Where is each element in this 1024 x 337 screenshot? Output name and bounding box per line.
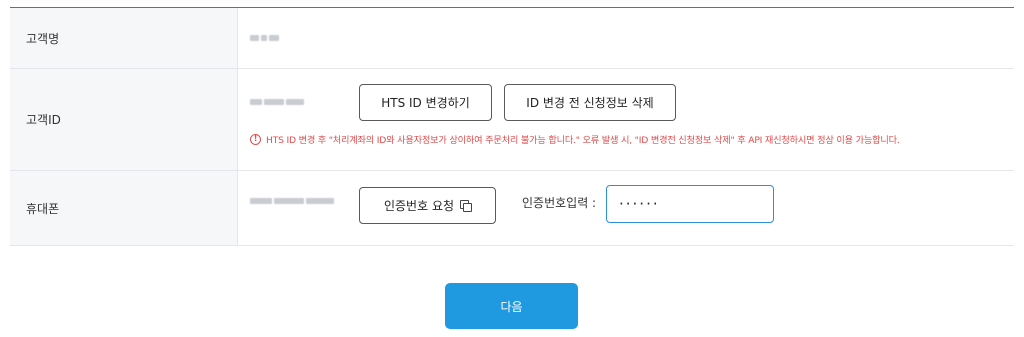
id-change-warning: ! HTS ID 변경 후 "처리계좌의 ID와 사용자정보가 상이하여 주문처… — [250, 132, 900, 146]
customer-id-label: 고객ID — [10, 69, 238, 170]
verification-request-button[interactable]: 인증번호 요청 — [359, 187, 496, 224]
form-table: 고객명 고객ID HTS ID 변경하기 ID 변경 전 신청정보 삭제 ! H… — [10, 7, 1014, 246]
exclamation-circle-icon: ! — [250, 133, 261, 145]
row-customer-id: 고객ID HTS ID 변경하기 ID 변경 전 신청정보 삭제 ! HTS I… — [10, 69, 1014, 171]
phone-value: 인증번호 요청 인증번호입력 : — [238, 171, 1014, 245]
phone-redacted — [250, 198, 334, 204]
customer-name-label: 고객명 — [10, 8, 238, 68]
customer-name-value — [238, 8, 1014, 68]
row-phone: 휴대폰 인증번호 요청 인증번호입력 : — [10, 171, 1014, 246]
hts-id-change-button[interactable]: HTS ID 변경하기 — [359, 84, 492, 121]
customer-name-redacted — [250, 35, 279, 41]
copy-icon — [460, 200, 473, 212]
warning-text: HTS ID 변경 후 "처리계좌의 ID와 사용자정보가 상이하여 주문처리 … — [266, 135, 900, 146]
phone-label: 휴대폰 — [10, 171, 238, 245]
verification-request-label: 인증번호 요청 — [383, 199, 455, 213]
delete-request-info-button[interactable]: ID 변경 전 신청정보 삭제 — [504, 84, 676, 121]
next-button[interactable]: 다음 — [445, 283, 578, 329]
customer-id-redacted — [250, 99, 304, 105]
customer-id-value: HTS ID 변경하기 ID 변경 전 신청정보 삭제 ! HTS ID 변경 … — [238, 69, 1014, 170]
verification-code-label: 인증번호입력 : — [522, 196, 597, 210]
row-customer-name: 고객명 — [10, 8, 1014, 69]
verification-code-input[interactable] — [606, 185, 774, 223]
